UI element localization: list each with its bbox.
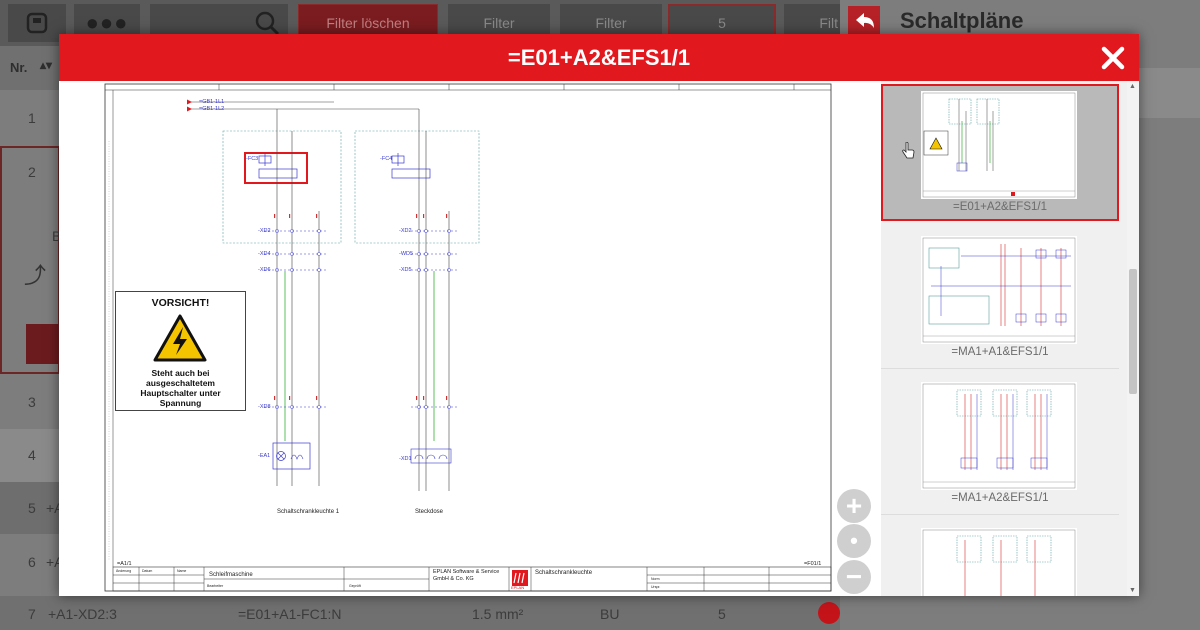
thumbnail-list[interactable]: =E01+A2&EFS1/1 =MA1+A1&EFS1/1 =MA1+A2&EF… [881, 81, 1127, 596]
cursor-hand-icon [902, 142, 915, 159]
row-action-button[interactable] [26, 324, 60, 364]
row-number: 6 [28, 554, 36, 570]
header-nr[interactable]: Nr. [10, 60, 27, 75]
row-source: +A1-XD2:3 [48, 606, 117, 622]
title-block-field: Datum [142, 569, 153, 573]
title-block-project: Schleifmaschine [209, 572, 253, 578]
zoom-reset-button[interactable]: • [837, 524, 871, 558]
label-steckdose: Steckdose [415, 509, 444, 515]
zoom-out-button[interactable]: − [837, 560, 871, 594]
row-cross-section: 1.5 mm² [472, 606, 524, 622]
warning-sign: VORSICHT! Steht auch bei ausgeschaltetem… [115, 291, 246, 411]
schematic-view[interactable]: =GB1-1L1 =GB1-1L2 -FC3 -FC4 -XD2 -XD4 -X… [59, 81, 839, 596]
device-button[interactable] [8, 4, 66, 42]
close-icon[interactable] [1099, 44, 1127, 72]
thumbnail-item-4[interactable] [881, 523, 1119, 596]
row-status-dot [818, 602, 840, 624]
row-number: 4 [28, 447, 36, 463]
high-voltage-icon [153, 314, 207, 362]
more-icon: ●●● [85, 10, 129, 35]
device-icon [26, 12, 48, 34]
terminal-xd4: -XD4 [258, 251, 271, 257]
terminal-xd8: -XD8 [258, 404, 271, 410]
page-thumbnail [921, 528, 1077, 596]
table-row-last[interactable]: 7 +A1-XD2:3 =E01+A1-FC1:N 1.5 mm² BU 5 [0, 596, 840, 630]
title-block-logo: EPLAN [511, 585, 525, 590]
sort-icon[interactable]: ▴▾ [40, 58, 52, 72]
row-number: 3 [28, 394, 36, 410]
thumbnail-label: =MA1+A1&EFS1/1 [951, 346, 1049, 358]
row-count: 5 [718, 606, 726, 622]
thumbnail-item-2[interactable]: =MA1+A1&EFS1/1 [881, 231, 1119, 369]
title-block-field: Bearbeiter [207, 584, 224, 588]
route-arrow-icon: ⤴ [24, 263, 47, 288]
terminal-wd5: -WD5 [399, 251, 414, 257]
modal-title: =E01+A2&EFS1/1 [507, 44, 691, 70]
title-block-sheet-title: Schaltschrankleuchte [535, 570, 593, 576]
thumbnail-item-3[interactable]: =MA1+A2&EFS1/1 [881, 377, 1119, 515]
panel-title: Schaltpläne [900, 8, 1024, 33]
terminal-xd2-right: -XD2 [399, 228, 412, 234]
row-number: 5 [28, 500, 36, 516]
title-block-field: Norm [651, 577, 660, 581]
modal-header: =E01+A2&EFS1/1 [59, 34, 1139, 81]
terminal-xd6: -XD6 [258, 267, 271, 273]
scroll-up-icon[interactable]: ▲ [1129, 83, 1136, 90]
thumbnail-label: =E01+A2&EFS1/1 [953, 201, 1047, 213]
title-block-field: Urspr. [651, 585, 661, 589]
thumbnail-item-1[interactable]: =E01+A2&EFS1/1 [881, 84, 1119, 221]
page-ref-left: =A1/1 [117, 561, 132, 567]
device-fc4: -FC4 [380, 156, 393, 162]
title-block-field: Name [177, 569, 187, 573]
page-thumbnail [921, 382, 1077, 490]
title-block-field: Geprüft [349, 584, 361, 588]
schematic-modal: =E01+A2&EFS1/1 =GB1-1L1 =GB1-1L2 -FC3 -F… [59, 34, 1139, 596]
warning-text: Steht auch bei ausgeschaltetem Hauptscha… [140, 368, 221, 408]
row-target: =E01+A1-FC1:N [238, 606, 342, 622]
terminal-xd5: -XD5 [399, 267, 412, 273]
scroll-down-icon[interactable]: ▼ [1129, 587, 1136, 594]
label-schaltschrankleuchte: Schaltschrankleuchte 1 [277, 509, 340, 515]
row-number: 7 [28, 606, 36, 622]
device-xd1: -XD1 [399, 456, 412, 462]
warning-title: VORSICHT! [151, 297, 210, 309]
scrollbar-thumb[interactable] [1129, 269, 1137, 394]
page-thumbnail [921, 91, 1077, 199]
device-ea1: -EA1 [258, 453, 271, 459]
row-color: BU [600, 606, 620, 622]
table-row-expanded[interactable]: 2 B ⤴ [0, 146, 61, 374]
thumbnail-label: =MA1+A2&EFS1/1 [951, 492, 1049, 504]
terminal-xd2-left: -XD2 [258, 228, 271, 234]
title-block-company-1: EPLAN Software & Service [433, 569, 500, 575]
page-thumbnail [921, 236, 1077, 344]
title-block-field: Änderung [116, 569, 132, 573]
bus-label-1: =GB1-1L1 [199, 99, 225, 105]
device-fc3: -FC3 [246, 156, 259, 162]
search-icon [255, 11, 280, 36]
row-number: 2 [28, 164, 36, 180]
row-number: 1 [28, 110, 36, 126]
title-block-company-2: GmbH & Co. KG [433, 576, 474, 582]
page-ref-right: =F01/1 [804, 561, 822, 567]
thumbnail-scrollbar[interactable]: ▲ ▼ [1127, 81, 1139, 596]
zoom-in-button[interactable]: + [837, 489, 871, 523]
bus-label-2: =GB1-1L2 [199, 106, 225, 112]
